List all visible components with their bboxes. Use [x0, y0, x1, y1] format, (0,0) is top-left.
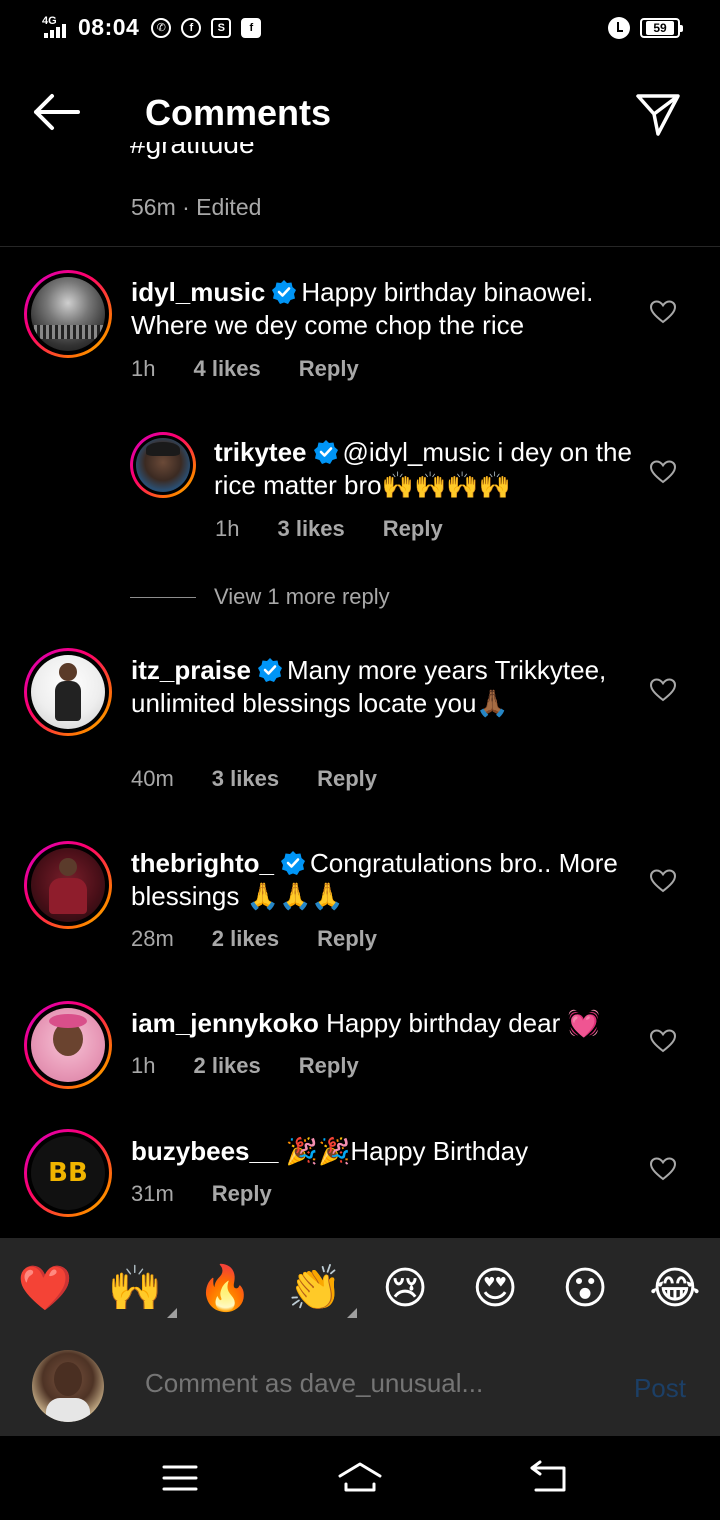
comment-username[interactable]: itz_praise: [131, 655, 251, 685]
verified-badge-icon: [313, 440, 338, 464]
like-heart-icon[interactable]: [650, 1029, 676, 1053]
back-arrow-icon[interactable]: [30, 92, 82, 132]
emoji-surprised-face[interactable]: 😮: [557, 1260, 613, 1316]
comment-username[interactable]: thebrighto_: [131, 848, 274, 878]
comment-time: 40m: [131, 766, 174, 791]
like-heart-icon[interactable]: [650, 460, 676, 484]
comment-likes[interactable]: 3 likes: [212, 766, 279, 792]
like-heart-icon[interactable]: [650, 1157, 676, 1181]
caption-text: #gratitude: [130, 142, 255, 159]
verified-badge-icon: [257, 658, 282, 682]
menu-icon[interactable]: [160, 1458, 200, 1498]
back-nav-icon[interactable]: [528, 1458, 568, 1498]
comment-time: 28m: [131, 926, 174, 951]
caption-meta: 56m · Edited: [131, 194, 262, 220]
emoji-tears-of-joy[interactable]: 😂: [647, 1260, 703, 1316]
screenshot-icon: S: [211, 17, 232, 38]
view-more-replies[interactable]: View 1 more reply: [130, 584, 390, 610]
reply-button[interactable]: Reply: [383, 516, 443, 542]
emoji-heart-eyes[interactable]: 😍: [467, 1260, 523, 1316]
battery-level: 59: [646, 21, 674, 35]
emoji-crying-face[interactable]: 😢: [377, 1260, 433, 1316]
whatsapp-icon: ✆: [151, 17, 172, 38]
emoji-red-heart[interactable]: ❤️: [17, 1260, 73, 1316]
comment-time: 1h: [131, 1053, 156, 1078]
facebook-icon: f: [181, 17, 202, 38]
comment-username[interactable]: trikytee: [214, 437, 307, 467]
comment-time: 1h: [131, 356, 156, 381]
post-button[interactable]: Post: [634, 1373, 686, 1404]
send-icon[interactable]: [634, 90, 682, 138]
like-heart-icon[interactable]: [650, 300, 676, 324]
comment-time: 1h: [215, 516, 240, 541]
view-more-label: View 1 more reply: [214, 584, 390, 609]
reply-button[interactable]: Reply: [212, 1181, 272, 1207]
comment-text: 🎉🎉Happy Birthday: [285, 1136, 529, 1166]
verified-badge-icon: [281, 851, 305, 875]
comment-likes[interactable]: 2 likes: [193, 1053, 260, 1079]
comment-username[interactable]: idyl_music: [131, 277, 265, 307]
battery-icon: 59: [640, 18, 683, 38]
alarm-icon: [608, 17, 630, 39]
cellular-signal-icon: 4G: [40, 15, 70, 40]
header: Comments: [0, 72, 720, 154]
status-bar: 4G 08:04 ✆ f S f 59: [0, 0, 720, 56]
comment-time: 31m: [131, 1181, 174, 1206]
reply-button[interactable]: Reply: [299, 1053, 359, 1079]
comment-username[interactable]: buzybees__: [131, 1136, 278, 1166]
comment-username[interactable]: iam_jennykoko: [131, 1008, 319, 1038]
avatar[interactable]: [24, 841, 112, 929]
verified-badge-icon: [272, 280, 297, 304]
facebook-app-icon: f: [241, 17, 262, 38]
thread-line: [130, 596, 196, 598]
reply-button[interactable]: Reply: [317, 766, 377, 792]
comment-likes[interactable]: 3 likes: [277, 516, 344, 542]
emoji-fire[interactable]: 🔥: [197, 1260, 253, 1316]
avatar[interactable]: [24, 270, 112, 358]
avatar[interactable]: [24, 648, 112, 736]
current-user-avatar: [32, 1350, 104, 1422]
like-heart-icon[interactable]: [650, 678, 676, 702]
system-nav-bar: [0, 1436, 720, 1520]
comment-input[interactable]: [145, 1368, 565, 1399]
reply-button[interactable]: Reply: [317, 926, 377, 952]
status-time: 08:04: [78, 14, 140, 40]
divider: [0, 246, 720, 247]
reply-button[interactable]: Reply: [299, 356, 359, 382]
home-icon[interactable]: [336, 1458, 384, 1498]
comment-likes[interactable]: 2 likes: [212, 926, 279, 952]
avatar[interactable]: [130, 432, 196, 498]
emoji-raising-hands[interactable]: 🙌: [107, 1260, 177, 1318]
comment-composer: Post: [0, 1338, 720, 1436]
comment-likes[interactable]: 4 likes: [193, 356, 260, 382]
avatar[interactable]: BB: [24, 1129, 112, 1217]
comment-text: Happy birthday dear 💓: [326, 1008, 600, 1038]
page-title: Comments: [145, 92, 332, 133]
avatar[interactable]: [24, 1001, 112, 1089]
emoji-clapping-hands[interactable]: 👏: [287, 1260, 357, 1318]
like-heart-icon[interactable]: [650, 869, 676, 893]
quick-reactions-bar: ❤️ 🙌 🔥 👏 😢 😍 😮 😂: [0, 1238, 720, 1338]
